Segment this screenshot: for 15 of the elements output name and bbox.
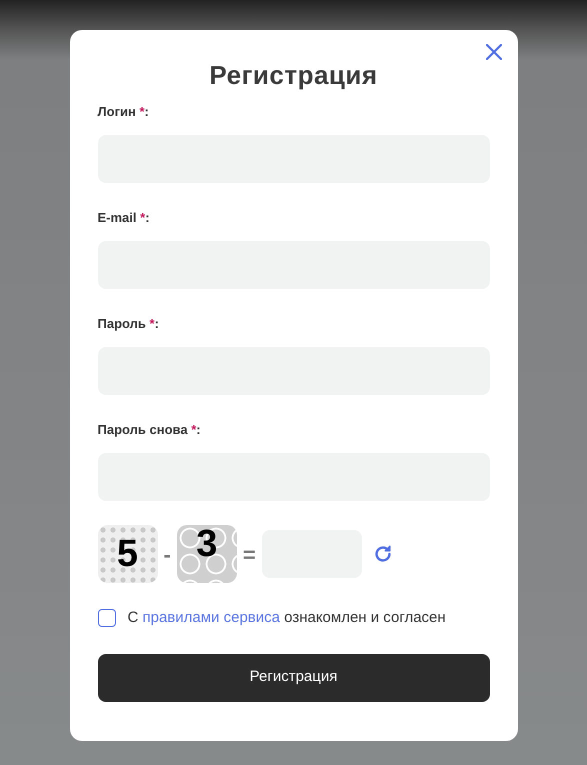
equals-sign: =	[242, 540, 256, 568]
field-label: Логин *:	[98, 104, 150, 120]
captcha-operator: -	[164, 540, 171, 568]
field-label: Пароль *:	[98, 316, 160, 332]
close-button[interactable]	[484, 42, 504, 62]
agree-checkbox[interactable]	[98, 609, 116, 628]
captcha-image: 3	[176, 525, 237, 583]
dialog-title: Регистрация	[208, 60, 379, 90]
agreement-text: С правилами сервиса ознакомлен и согласен	[128, 608, 446, 628]
field-label: Пароль снова *:	[98, 422, 202, 438]
rules-link[interactable]: правилами сервиса	[142, 609, 280, 626]
close-icon	[486, 44, 502, 60]
register-button[interactable]: Регистрация	[98, 654, 490, 702]
captcha-image: 5	[98, 525, 158, 583]
field-label: E-mail *:	[98, 210, 151, 226]
